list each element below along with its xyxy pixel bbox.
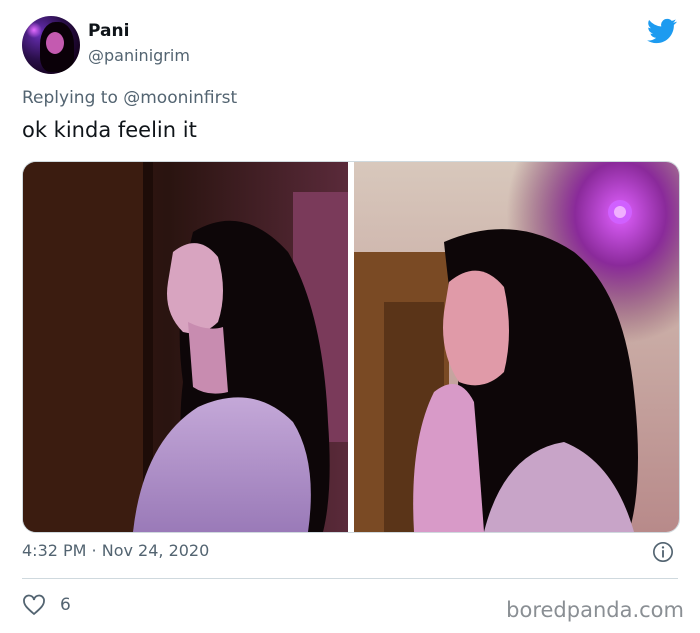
avatar-face xyxy=(46,32,64,54)
avatar-glow xyxy=(26,22,42,38)
replying-to: Replying to @mooninfirst xyxy=(22,88,237,108)
tweet-timestamp[interactable]: 4:32 PM · Nov 24, 2020 xyxy=(22,541,209,560)
tweet-photo-2[interactable] xyxy=(354,162,679,532)
avatar[interactable] xyxy=(22,16,80,74)
tweet-media[interactable] xyxy=(22,161,680,533)
like-count[interactable]: 6 xyxy=(60,595,71,615)
tweet-photo-1[interactable] xyxy=(23,162,348,532)
divider xyxy=(22,578,678,579)
info-icon[interactable] xyxy=(652,541,674,563)
replying-to-prefix: Replying to xyxy=(22,88,124,108)
replying-to-handle[interactable]: @mooninfirst xyxy=(123,88,237,108)
watermark: boredpanda.com xyxy=(506,598,684,622)
tweet-text: ok kinda feelin it xyxy=(22,118,197,142)
author-display-name[interactable]: Pani xyxy=(88,21,129,41)
twitter-bird-icon[interactable] xyxy=(646,16,678,46)
author-handle[interactable]: @paninigrim xyxy=(88,46,190,65)
heart-icon[interactable] xyxy=(22,594,46,616)
